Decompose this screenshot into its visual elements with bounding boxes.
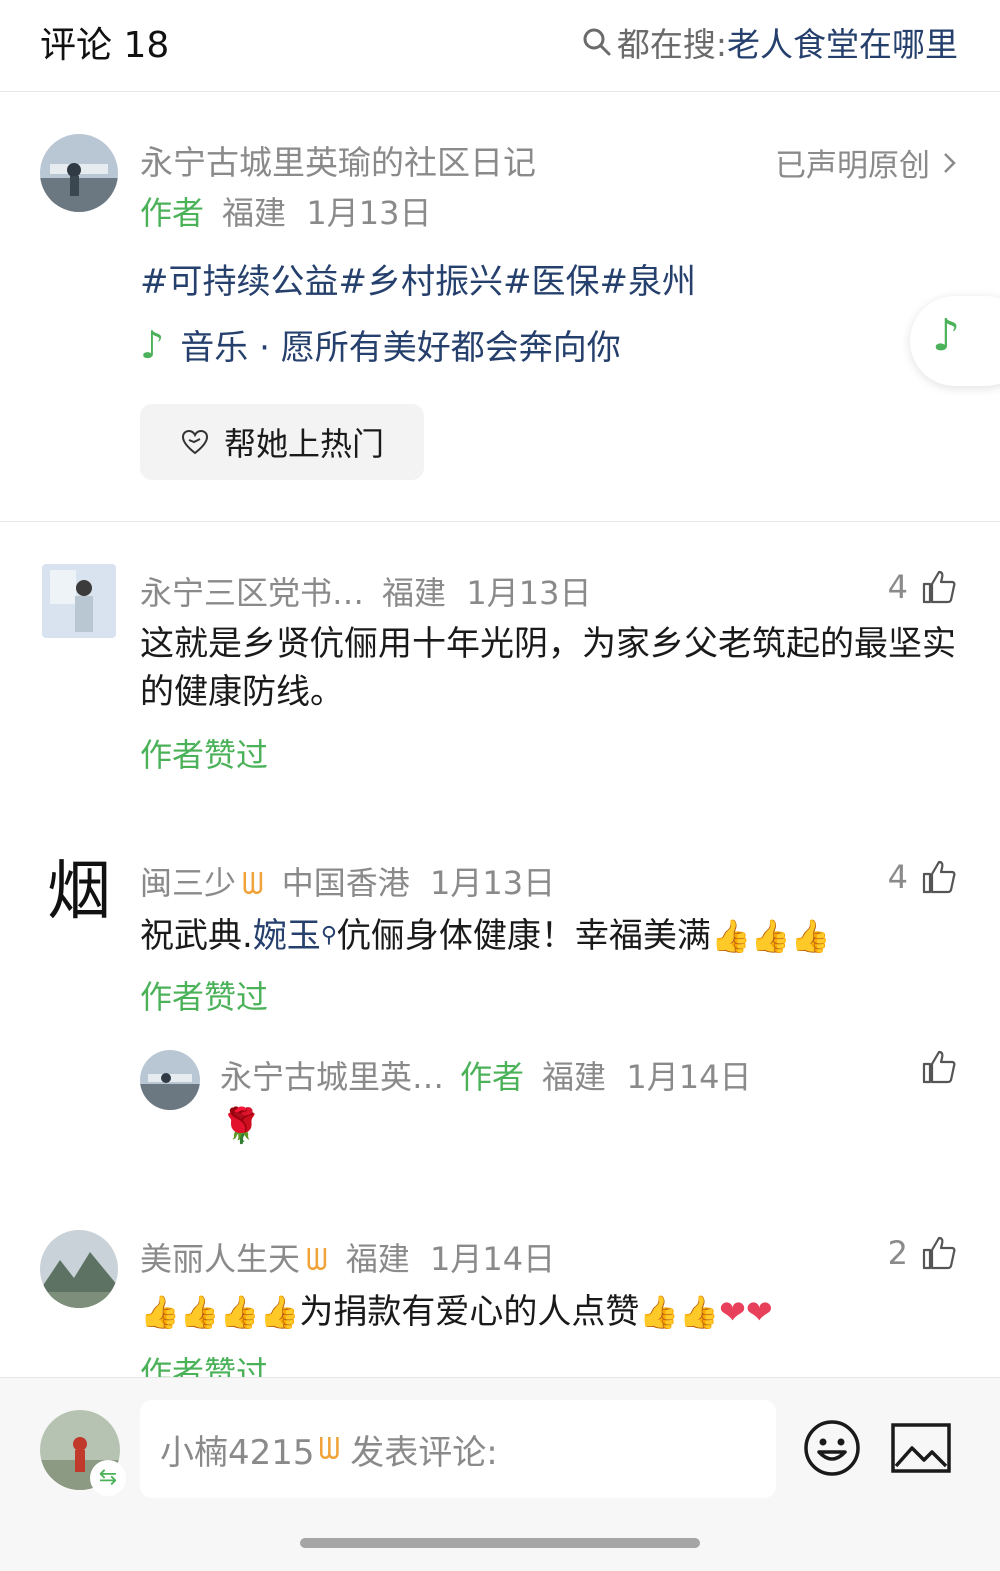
search-prefix: 都在搜: (616, 25, 727, 64)
comment-text-after: 伉俪身体健康！幸福美满 (336, 916, 711, 956)
post-location: 福建 (222, 194, 287, 232)
thumbs-up-emoji: 👍👍👍 (710, 917, 831, 955)
search-icon (583, 28, 611, 56)
reply-date: 1月14日 (626, 1058, 752, 1096)
comment-item: 美丽人生天 ᗯ 福建 1月14日 2 👍👍👍👍为捐款有爱心的人点赞👍👍❤❤ 作者赞过 (0, 1228, 1000, 1378)
comment-item: 永宁三区党书… 福建 1月13日 4 这就是乡贤伉俪用十年光阴，为家乡父老筑起的最… (0, 560, 1000, 800)
commenter-name[interactable]: 闽三少 (140, 864, 236, 902)
trending-search[interactable]: 都在搜: 老人食堂在哪里 (581, 18, 958, 66)
reply-item: 永宁古城里英… 作者 福建 1月14日 🌹 (0, 1044, 1000, 1164)
comment-header: 闽三少 ᗯ 中国香港 1月13日 (140, 858, 555, 904)
comments-header: 评论 18 都在搜: 老人食堂在哪里 (0, 0, 1000, 92)
vip-badge-icon: ᗯ (242, 867, 264, 902)
author-liked-label: 作者赞过 (140, 736, 269, 774)
comment-text: 祝武典.婉玉⚲伉俪身体健康！幸福美满👍👍👍 (140, 912, 970, 960)
comment-input[interactable]: 小楠4215 ᗯ 发表评论: (140, 1400, 776, 1498)
heart-hand-icon (181, 429, 208, 455)
music-label: 音乐 · 愿所有美好都会奔向你 (180, 328, 621, 368)
comment-text-before: 祝武典. (140, 916, 253, 956)
heart-emoji: ❤❤ (719, 1293, 773, 1331)
home-indicator (300, 1538, 700, 1548)
comments-count-title: 评论 18 (40, 25, 170, 66)
comment-input-bar: ⇆ 小楠4215 ᗯ 发表评论: (0, 1377, 1000, 1571)
like-button[interactable] (908, 1048, 958, 1086)
comment-header: 永宁三区党书… 福建 1月13日 (140, 568, 591, 614)
author-liked-label: 作者赞过 (140, 1354, 269, 1378)
reply-user-name[interactable]: 永宁古城里英… (220, 1058, 444, 1096)
current-user-name: 小楠4215 (160, 1432, 315, 1473)
thumbs-up-icon (922, 570, 956, 604)
comment-header: 美丽人生天 ᗯ 福建 1月14日 (140, 1234, 555, 1280)
comment-date: 1月14日 (430, 1240, 556, 1278)
thumbs-up-emoji: 👍👍👍👍 (140, 1293, 300, 1331)
music-note-icon: ♪ (140, 322, 165, 367)
like-button[interactable]: 2 (888, 1234, 958, 1272)
post-info: 永宁古城里英瑜的社区日记 已声明原创 作者 福建 1月13日 #可持续公益#乡村振… (0, 92, 1000, 522)
post-date: 1月13日 (306, 194, 432, 232)
vip-badge-icon: ᗯ (306, 1243, 328, 1278)
comment-location: 福建 (382, 574, 447, 612)
comment-item: 烟 闽三少 ᗯ 中国香港 1月13日 4 祝武典.婉玉⚲伉俪身体健康！幸福美满👍👍👍… (0, 850, 1000, 1020)
commenter-name[interactable]: 永宁三区党书… (140, 574, 364, 612)
author-name[interactable]: 永宁古城里英瑜的社区日记 (140, 136, 536, 184)
comment-location: 福建 (345, 1240, 410, 1278)
author-liked-label: 作者赞过 (140, 978, 269, 1016)
comment-location: 中国香港 (281, 864, 410, 902)
boost-button[interactable]: 帮她上热门 (140, 404, 424, 480)
author-tag: 作者 (140, 194, 205, 232)
reply-header: 永宁古城里英… 作者 福建 1月14日 (220, 1052, 751, 1098)
comment-date: 1月13日 (430, 864, 556, 902)
chevron-right-icon (944, 152, 956, 173)
image-icon[interactable] (890, 1422, 952, 1474)
author-tag: 作者 (460, 1058, 525, 1096)
thumbs-up-icon (922, 860, 956, 894)
comment-date: 1月13日 (466, 574, 592, 612)
like-count: 2 (887, 1234, 908, 1272)
like-count: 4 (887, 858, 908, 896)
original-label: 已声明原创 (775, 148, 930, 184)
author-meta: 作者 福建 1月13日 (140, 188, 431, 234)
thumbs-up-icon (922, 1236, 956, 1270)
switch-account-icon[interactable]: ⇆ (90, 1460, 126, 1496)
reply-location: 福建 (542, 1058, 607, 1096)
search-link[interactable]: 婉玉 (253, 916, 321, 956)
comment-placeholder: 发表评论: (350, 1432, 498, 1473)
boost-label: 帮她上热门 (223, 425, 384, 463)
search-query-link[interactable]: 老人食堂在哪里 (727, 18, 958, 66)
like-button[interactable]: 4 (888, 568, 958, 606)
music-note-icon: ♪ (932, 310, 961, 361)
commenter-avatar[interactable] (42, 564, 116, 638)
reply-avatar[interactable] (140, 1050, 200, 1110)
original-declaration[interactable]: 已声明原创 (775, 140, 960, 185)
comment-text-body: 为捐款有爱心的人点赞 (299, 1292, 640, 1332)
comment-text: 这就是乡贤伉俪用十年光阴，为家乡父老筑起的最坚实的健康防线。 (140, 624, 956, 712)
commenter-avatar[interactable] (40, 1230, 118, 1308)
commenter-name[interactable]: 美丽人生天 (140, 1240, 300, 1278)
like-button[interactable]: 4 (888, 858, 958, 896)
commenter-avatar[interactable]: 烟 (44, 854, 114, 930)
thumbs-up-icon (922, 1050, 956, 1084)
emoji-icon[interactable] (802, 1418, 862, 1478)
reply-emoji: 🌹 (220, 1106, 263, 1146)
avatar-logo-char: 烟 (47, 855, 111, 929)
author-avatar[interactable] (40, 134, 118, 212)
vip-badge-icon: ᗯ (318, 1431, 341, 1467)
search-icon[interactable]: ⚲ (321, 923, 337, 948)
thumbs-up-emoji: 👍👍 (639, 1293, 720, 1331)
like-count: 4 (887, 568, 908, 606)
music-link[interactable]: ♪ 音乐 · 愿所有美好都会奔向你 (140, 320, 621, 369)
floating-music-button[interactable]: ♪ (910, 296, 1000, 386)
post-hashtags[interactable]: #可持续公益#乡村振兴#医保#泉州 (140, 254, 696, 303)
comment-text: 👍👍👍👍为捐款有爱心的人点赞👍👍❤❤ (140, 1288, 970, 1336)
